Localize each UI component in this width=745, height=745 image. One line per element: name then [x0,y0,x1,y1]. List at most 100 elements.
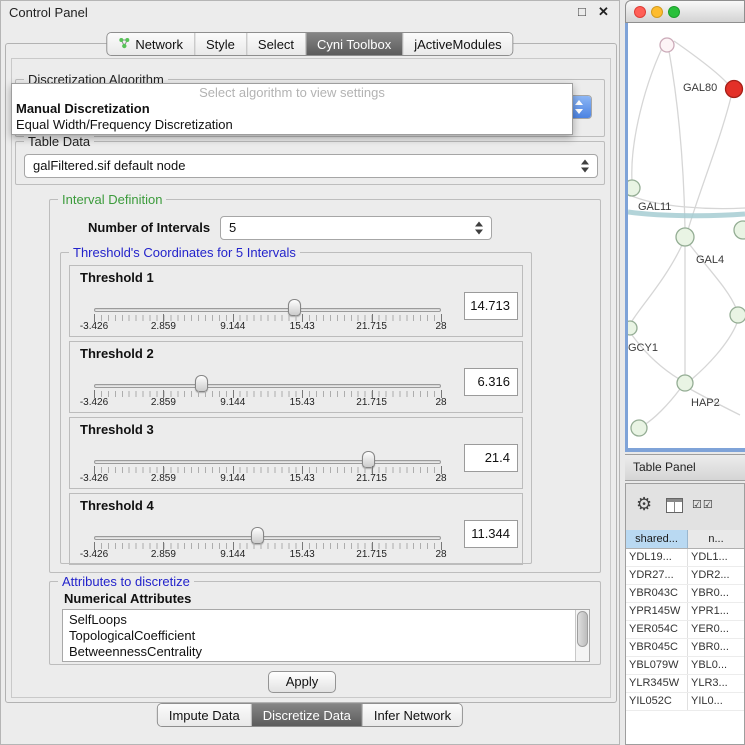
table-row[interactable]: YER054CYER0... [626,621,744,639]
zoom-traffic-light[interactable] [668,6,680,18]
threshold-value-field[interactable]: 11.344 [464,520,518,548]
table-row[interactable]: YLR345WYLR3... [626,675,744,693]
network-node[interactable] [676,228,694,246]
close-icon[interactable]: ✕ [598,4,609,20]
control-panel-window: Control Panel □ ✕ Network Style Select C… [0,0,620,745]
table-row[interactable]: YDR27...YDR2... [626,567,744,585]
column-header-shared-name[interactable]: shared... [626,530,688,548]
network-node[interactable] [628,180,640,196]
slider-scale-label: 28 [435,549,446,560]
threshold-slider[interactable]: -3.4262.8599.14415.4321.71528 [70,520,470,564]
slider-scale-label: -3.426 [80,321,108,332]
network-node[interactable] [631,420,647,436]
dropdown-option-manual[interactable]: Manual Discretization [12,101,572,117]
table-row[interactable]: YPR145WYPR1... [626,603,744,621]
slider-thumb[interactable] [195,375,208,392]
threshold-slider[interactable]: -3.4262.8599.14415.4321.71528 [70,444,470,488]
slider-scale-label: 28 [435,321,446,332]
threshold-panel: Threshold 1 -3.4262.8599.14415.4321.7152… [69,265,523,337]
slider-scale-label: 28 [435,397,446,408]
dropdown-option-equal-width[interactable]: Equal Width/Frequency Discretization [12,117,572,133]
close-traffic-light[interactable] [634,6,646,18]
thresholds-group-title: Threshold's Coordinates for 5 Intervals [69,245,300,260]
network-node[interactable] [730,307,745,323]
table-row[interactable]: YBR043CYBR0... [626,585,744,603]
node-label: GAL11 [638,201,671,213]
table-toolbar: ⚙ ☑☑ [626,484,744,530]
network-view-window: GAL80 GAL11 GAL4 GCY1 HAP2 [625,0,745,452]
network-node[interactable] [734,221,745,239]
table-data-combobox[interactable]: galFiltered.sif default node [24,154,598,178]
tab-jactivemodules[interactable]: jActiveModules [402,33,512,55]
selected-network-node[interactable] [726,81,743,98]
table-panel-window: ⚙ ☑☑ shared... n... YDL19...YDL1... YDR2… [625,483,745,745]
list-item[interactable]: SelfLoops [63,612,589,628]
list-item[interactable]: BetweennessCentrality [63,644,589,660]
tab-style[interactable]: Style [194,33,246,55]
column-header-name[interactable]: n... [688,530,744,548]
network-node[interactable] [628,321,637,335]
threshold-value-field[interactable]: 21.4 [464,444,518,472]
network-node[interactable] [660,38,674,52]
top-tab-strip: Network Style Select Cyni Toolbox jActiv… [106,32,513,56]
slider-scale-label: 9.144 [220,473,245,484]
tab-cyni-toolbox[interactable]: Cyni Toolbox [305,33,402,55]
table-panel-header[interactable]: Table Panel [625,454,745,481]
slider-scale-label: 15.43 [290,549,315,560]
slider-scale-label: 2.859 [151,549,176,560]
slider-scale-label: 21.715 [356,321,387,332]
slider-scale-label: -3.426 [80,473,108,484]
threshold-slider[interactable]: -3.4262.8599.14415.4321.71528 [70,292,470,336]
table-row[interactable]: YIL052CYIL0... [626,693,744,711]
slider-track[interactable] [94,384,441,388]
threshold-label: Threshold 1 [80,270,154,285]
slider-scale-label: -3.426 [80,549,108,560]
table-panel-title: Table Panel [633,455,696,480]
network-icon [118,37,130,52]
list-item[interactable]: TopologicalCoefficient [63,628,589,644]
window-title: Control Panel [9,5,88,20]
threshold-slider[interactable]: -3.4262.8599.14415.4321.71528 [70,368,470,412]
columns-icon[interactable] [666,498,683,513]
network-canvas[interactable]: GAL80 GAL11 GAL4 GCY1 HAP2 [625,23,745,452]
slider-ticks [94,467,442,473]
thresholds-group: Threshold's Coordinates for 5 Intervals … [60,252,532,564]
table-row[interactable]: YBR045CYBR0... [626,639,744,657]
select-columns-icon[interactable]: ☑☑ [692,498,714,511]
slider-scale-label: 2.859 [151,473,176,484]
slider-track[interactable] [94,308,441,312]
slider-track[interactable] [94,536,441,540]
gear-icon[interactable]: ⚙ [636,494,652,515]
tab-impute-data[interactable]: Impute Data [158,704,251,726]
slider-thumb[interactable] [251,527,264,544]
tab-discretize-data[interactable]: Discretize Data [251,704,362,726]
minimize-traffic-light[interactable] [651,6,663,18]
network-window-titlebar[interactable] [625,0,745,23]
slider-scale-label: 9.144 [220,397,245,408]
tab-select[interactable]: Select [246,33,305,55]
apply-button[interactable]: Apply [268,671,336,693]
num-intervals-combobox[interactable]: 5 [220,216,492,240]
table-row[interactable]: YDL19...YDL1... [626,549,744,567]
threshold-label: Threshold 2 [80,346,154,361]
slider-thumb[interactable] [362,451,375,468]
tab-network[interactable]: Network [107,33,194,55]
tab-infer-network[interactable]: Infer Network [362,704,462,726]
slider-track[interactable] [94,460,441,464]
float-window-icon[interactable]: □ [578,4,586,19]
vertical-scrollbar[interactable] [575,610,589,661]
attributes-list[interactable]: SelfLoops TopologicalCoefficient Between… [62,609,590,662]
table-row[interactable]: YBL079WYBL0... [626,657,744,675]
network-node[interactable] [677,375,693,391]
scrollbar-thumb[interactable] [577,611,588,647]
threshold-value-field[interactable]: 14.713 [464,292,518,320]
threshold-value-field[interactable]: 6.316 [464,368,518,396]
algorithm-dropdown-popup: Select algorithm to view settings Manual… [11,83,573,135]
interval-definition-group: Interval Definition Number of Intervals … [49,199,601,573]
chevron-updown-icon [475,222,484,235]
slider-scale-label: 15.43 [290,473,315,484]
table-header-row: shared... n... [626,530,744,549]
slider-scale-label: 15.43 [290,321,315,332]
threshold-label: Threshold 3 [80,422,154,437]
slider-thumb[interactable] [288,299,301,316]
